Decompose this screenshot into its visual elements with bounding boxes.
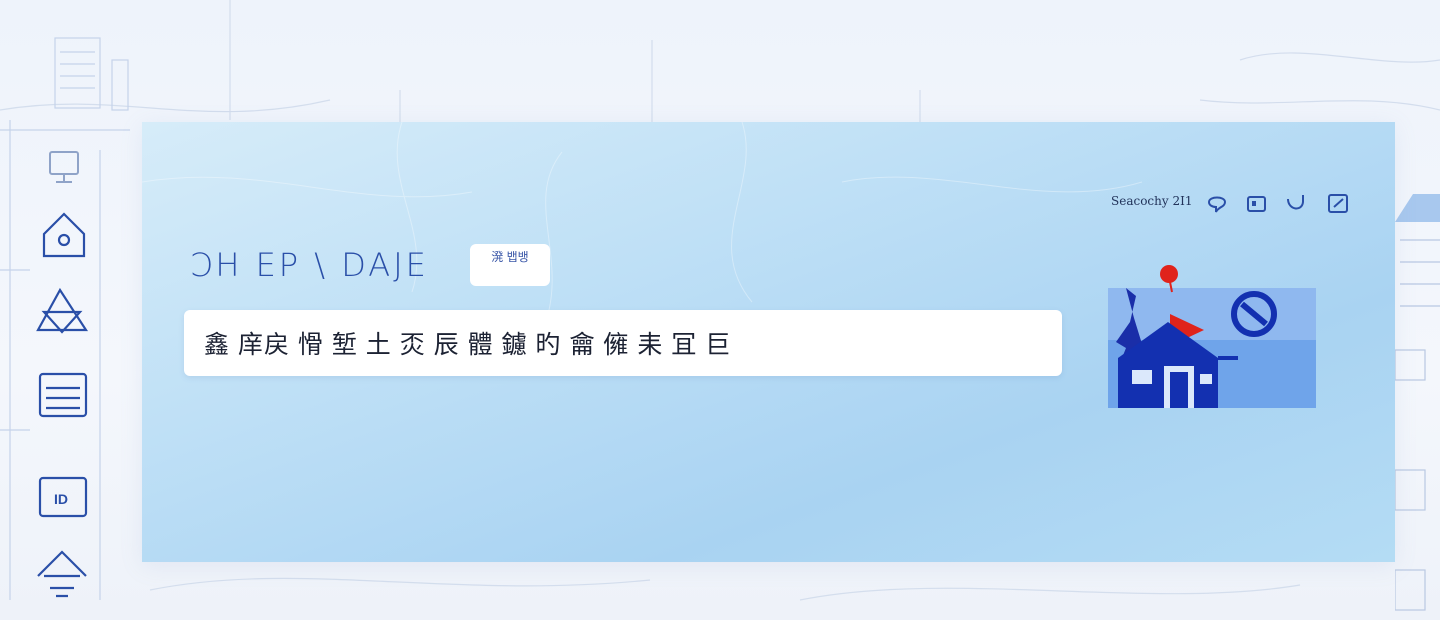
home-icon[interactable]: [30, 208, 94, 264]
house-illustration: [1108, 262, 1318, 412]
edit-icon[interactable]: [1325, 190, 1351, 216]
triangle-icon[interactable]: [30, 282, 94, 338]
document-icon[interactable]: [30, 368, 94, 424]
left-icon-rail: ID: [0, 0, 130, 620]
window-icon[interactable]: [1243, 190, 1269, 216]
search-text: 鑫 庠戻 愲 堑 土 㶪 辰 體 鑢 旳 龠 㒕 耒 冝 巨: [204, 331, 732, 359]
chat-icon[interactable]: [1204, 190, 1230, 216]
id-card-icon[interactable]: ID: [30, 470, 94, 526]
hook-icon[interactable]: [1283, 190, 1309, 216]
brand-badge: 溌 뱁뱅: [470, 244, 550, 286]
house-icon[interactable]: [30, 548, 94, 604]
right-decorative-lines: [1395, 194, 1440, 611]
hero-panel: Seacochy 2I1 ƆH EP \ DAJE 溌 뱁뱅 鑫 庠戻 愲 堑 …: [142, 122, 1395, 562]
svg-text:ID: ID: [54, 491, 68, 507]
search-input[interactable]: 鑫 庠戻 愲 堑 土 㶪 辰 體 鑢 旳 龠 㒕 耒 冝 巨: [184, 310, 1062, 376]
brand-title: ƆH EP \ DAJE: [190, 246, 429, 284]
header-label: Seacochy 2I1: [1111, 194, 1193, 208]
monitor-icon[interactable]: [30, 142, 94, 198]
